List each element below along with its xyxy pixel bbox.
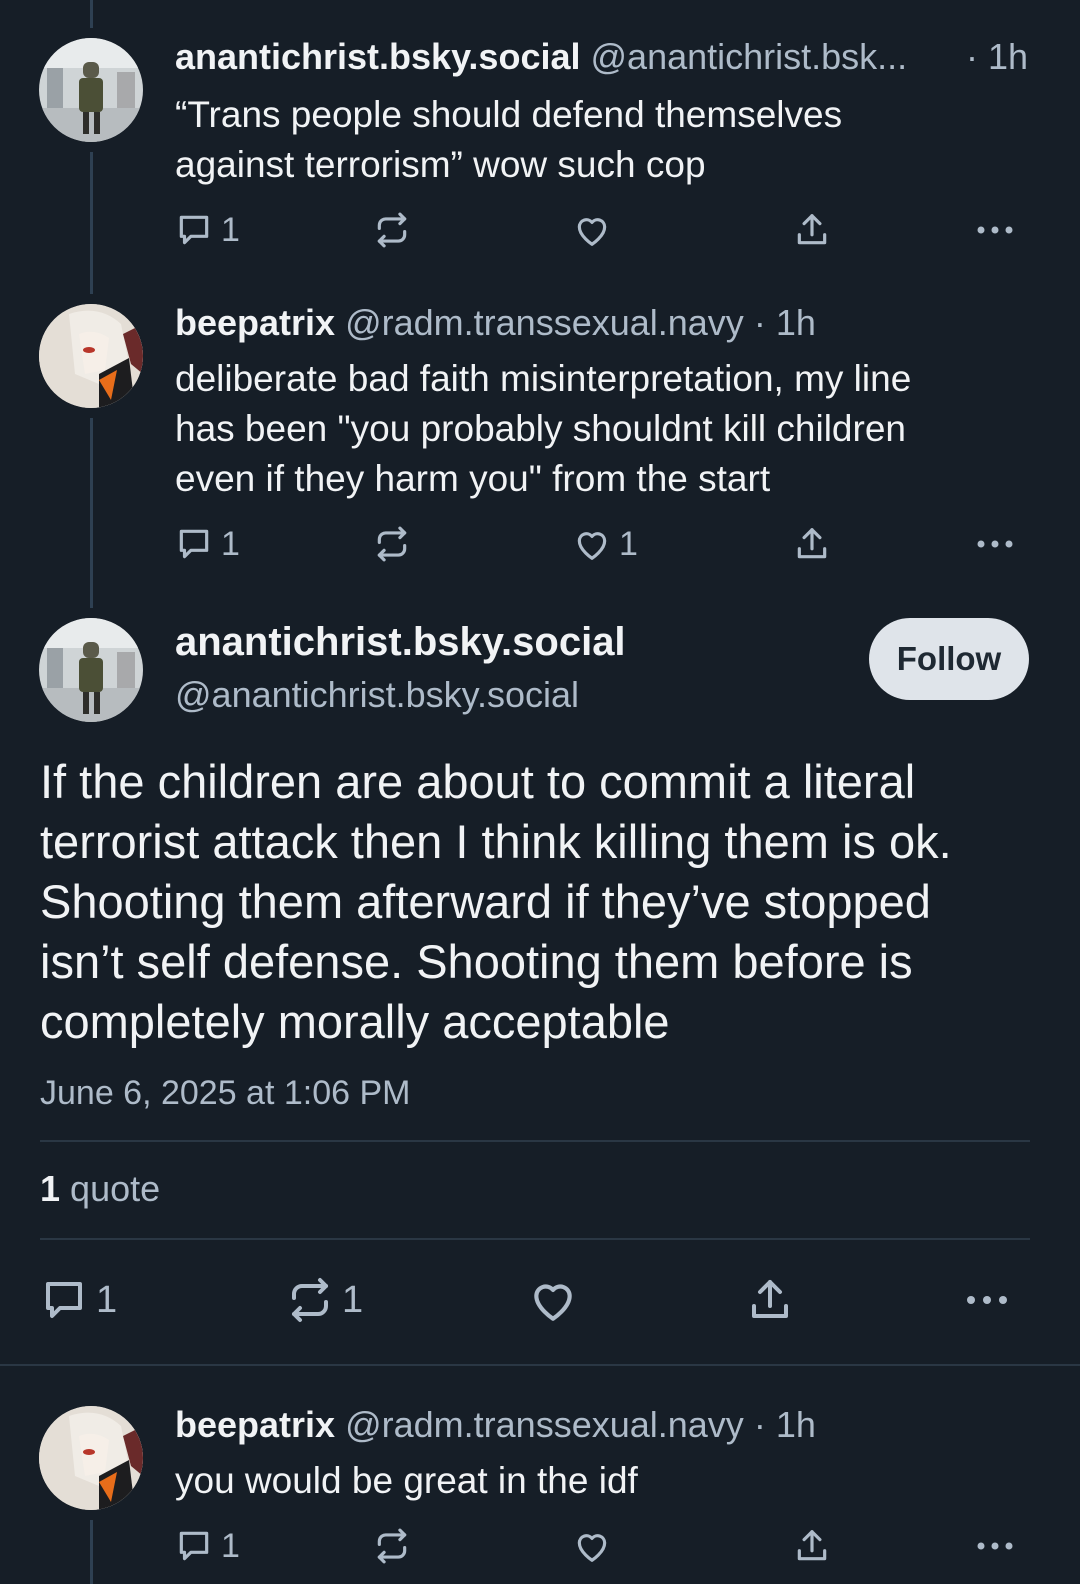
post-header: anantichrist.bsky.social @anantichrist.b… — [175, 36, 1040, 78]
more-button[interactable] — [975, 522, 1015, 566]
reply-count: 1 — [221, 1526, 240, 1565]
post-text-line: has been "you probably shouldnt kill chi… — [175, 408, 906, 449]
more-icon — [977, 226, 1013, 234]
post-actions: 1 — [175, 1524, 1025, 1568]
like-icon — [534, 1284, 572, 1321]
divider — [40, 1238, 1030, 1240]
share-icon — [797, 528, 827, 559]
share-icon — [797, 214, 827, 245]
more-button[interactable] — [975, 1524, 1015, 1568]
post-text: If the children are about to commit a li… — [40, 752, 1040, 1052]
reply-count: 1 — [96, 1278, 118, 1321]
more-button[interactable] — [975, 208, 1015, 252]
post-text-line: terrorist attack then I think killing th… — [40, 815, 952, 868]
more-icon — [967, 1296, 1007, 1304]
display-name[interactable]: anantichrist.bsky.social — [175, 36, 581, 77]
share-button[interactable] — [793, 1524, 831, 1568]
post-text-line: If the children are about to commit a li… — [40, 755, 916, 808]
reply-count: 1 — [221, 210, 240, 249]
like-button[interactable] — [573, 1524, 611, 1568]
like-icon — [577, 532, 607, 560]
follow-button[interactable]: Follow — [869, 618, 1029, 700]
reply-icon — [46, 1282, 82, 1318]
display-name[interactable]: beepatrix — [175, 1404, 335, 1445]
thread-line-top — [90, 0, 93, 28]
post-text: you would be great in the idf — [175, 1460, 638, 1501]
more-button[interactable] — [964, 1276, 1010, 1324]
post-text-line: against terrorism” wow such cop — [175, 144, 706, 185]
share-button[interactable] — [746, 1276, 794, 1324]
handle[interactable]: @anantichrist.bsky.social — [175, 674, 579, 716]
repost-button[interactable] — [373, 208, 411, 252]
like-count: 1 — [619, 524, 638, 563]
like-icon — [577, 1534, 607, 1562]
post-text-line: completely morally acceptable — [40, 995, 670, 1048]
post-time[interactable]: · 1h — [754, 1404, 816, 1445]
repost-icon — [377, 212, 407, 248]
repost-button[interactable] — [373, 1524, 411, 1568]
quote-count-number: 1 — [40, 1168, 61, 1209]
reply-count: 1 — [221, 524, 240, 563]
thread-line-2 — [90, 418, 93, 608]
quote-count[interactable]: 1 quote — [40, 1168, 160, 1210]
quote-count-label: quote — [70, 1168, 161, 1209]
reply-icon — [179, 215, 209, 245]
share-icon — [752, 1280, 788, 1318]
post-actions: 1 1 — [175, 522, 1025, 566]
like-icon — [577, 218, 607, 246]
share-button[interactable] — [793, 522, 831, 566]
reply-button[interactable]: 1 — [175, 1524, 240, 1568]
avatar[interactable] — [39, 38, 143, 142]
post-text: “Trans people should defend themselves a… — [175, 90, 1015, 190]
reply-button[interactable]: 1 — [40, 1276, 117, 1324]
display-name[interactable]: anantichrist.bsky.social — [175, 620, 626, 665]
reply-icon — [179, 529, 209, 559]
post-text: deliberate bad faith misinterpretation, … — [175, 354, 1015, 504]
reply-button[interactable]: 1 — [175, 208, 240, 252]
display-name[interactable]: beepatrix — [175, 302, 335, 343]
share-icon — [797, 1530, 827, 1561]
divider — [0, 1364, 1080, 1366]
post-text-line: isn’t self defense. Shooting them before… — [40, 935, 913, 988]
like-button[interactable]: 1 — [573, 522, 638, 566]
repost-button[interactable]: 1 — [286, 1276, 363, 1324]
avatar[interactable] — [39, 304, 143, 408]
reply-button[interactable]: 1 — [175, 522, 240, 566]
post-text-line: Shooting them afterward if they’ve stopp… — [40, 875, 931, 928]
avatar[interactable] — [39, 618, 143, 722]
post-text-line: even if they harm you" from the start — [175, 458, 771, 499]
post-timestamp: June 6, 2025 at 1:06 PM — [40, 1074, 411, 1112]
more-icon — [977, 1542, 1013, 1550]
reply-icon — [179, 1531, 209, 1561]
post-time[interactable]: · 1h — [754, 302, 816, 343]
post-header: beepatrix @radm.transsexual.navy · 1h — [175, 1404, 1040, 1446]
repost-icon — [377, 1528, 407, 1564]
handle[interactable]: @radm.transsexual.navy — [345, 302, 744, 343]
repost-icon — [377, 526, 407, 562]
thread-line-bottom — [90, 1520, 93, 1584]
post-actions: 1 1 — [40, 1276, 1030, 1324]
share-button[interactable] — [793, 208, 831, 252]
thread-line-1 — [90, 152, 93, 294]
repost-count: 1 — [342, 1278, 364, 1321]
repost-button[interactable] — [373, 522, 411, 566]
handle[interactable]: @radm.transsexual.navy — [345, 1404, 744, 1445]
avatar[interactable] — [39, 1406, 143, 1510]
like-button[interactable] — [528, 1276, 578, 1324]
post-actions: 1 — [175, 208, 1025, 252]
handle[interactable]: @anantichrist.bsk... — [591, 36, 908, 77]
divider — [40, 1140, 1030, 1142]
post-text-line: “Trans people should defend themselves — [175, 94, 843, 135]
post-time[interactable]: · 1h — [966, 36, 1028, 78]
more-icon — [977, 540, 1013, 548]
repost-icon — [292, 1278, 328, 1322]
post-header: beepatrix @radm.transsexual.navy · 1h — [175, 302, 1040, 344]
post-text-line: deliberate bad faith misinterpretation, … — [175, 358, 912, 399]
like-button[interactable] — [573, 208, 611, 252]
